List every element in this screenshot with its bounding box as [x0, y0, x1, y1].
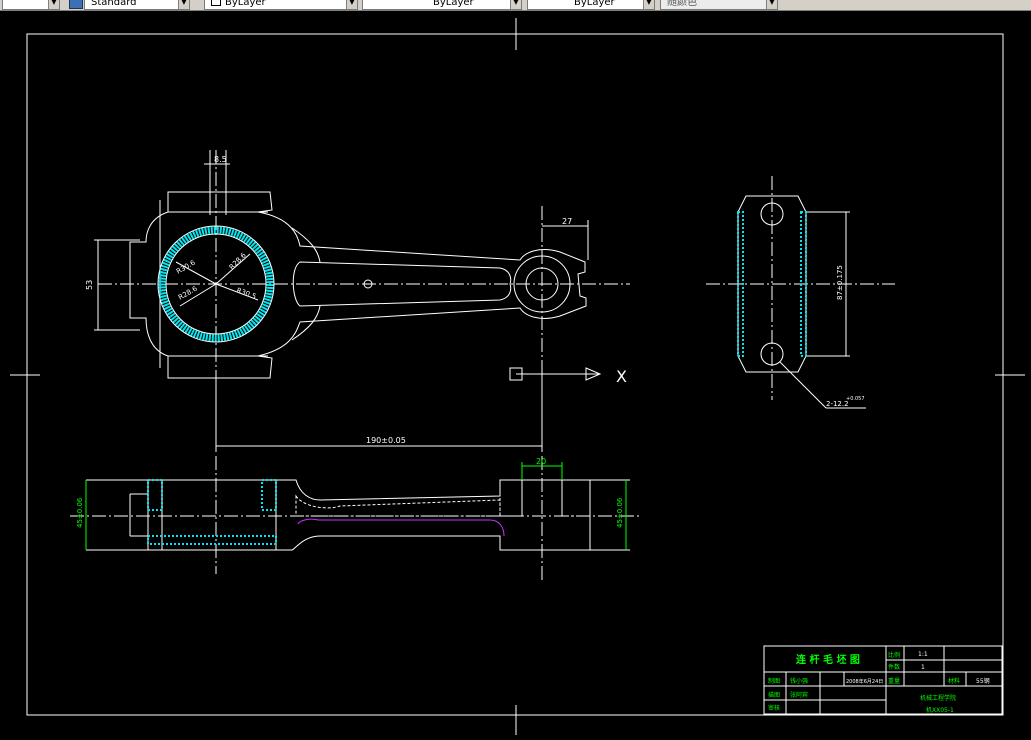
dim-section-width: 20: [536, 457, 546, 466]
layer-dropdown-partial[interactable]: ▼: [2, 0, 60, 10]
scale-label: 比例: [888, 651, 900, 659]
section-hatch-4: [499, 479, 523, 517]
title-block-title: 连 杆 毛 坯 图: [796, 653, 860, 666]
chevron-down-icon[interactable]: ▼: [48, 0, 59, 9]
school-name: 机械工程学院: [920, 694, 956, 702]
dim-r3: R28.6: [177, 284, 199, 301]
drawing-canvas[interactable]: 8.5 53 R30.6 R28.6 R28.6 R30.5 27 190±0.…: [0, 11, 1031, 736]
linetype-value: ByLayer: [433, 0, 474, 8]
qty-value: 1: [921, 664, 925, 671]
qty-label: 件数: [888, 663, 900, 671]
dim-center-distance: 190±0.05: [366, 436, 406, 445]
color-value: ByLayer: [225, 0, 266, 8]
dim-big-end-height: 53: [85, 280, 94, 290]
dim-bolt-tol: +0.057: [846, 396, 865, 402]
draw-name: 张阿宾: [790, 691, 808, 699]
dim-small-end-width: 27: [562, 217, 572, 226]
lineweight-dropdown[interactable]: ByLayer ▼: [527, 0, 655, 10]
ucs-x-label: X: [616, 367, 627, 386]
design-name: 钱小强: [790, 677, 808, 685]
dim-r1: R30.6: [175, 258, 197, 275]
material-value: 55钢: [976, 677, 990, 685]
dim-section-left: 45±0.06: [76, 497, 84, 528]
scale-value: 1:1: [918, 651, 928, 658]
color-swatch-icon: [211, 0, 221, 6]
dim-side-height: 87±0.175: [836, 265, 844, 300]
plot-style-dropdown[interactable]: 随颜色 ▼: [660, 0, 778, 10]
design-date: 2008年6月24日: [846, 678, 883, 685]
text-style-value: Standard: [91, 0, 137, 8]
text-style-icon[interactable]: [69, 0, 83, 9]
color-dropdown[interactable]: ByLayer ▼: [204, 0, 358, 10]
material-label: 材料: [948, 677, 960, 685]
chevron-down-icon[interactable]: ▼: [766, 0, 777, 9]
section-hatch-3: [147, 535, 277, 545]
front-view: [98, 150, 630, 420]
chevron-down-icon[interactable]: ▼: [346, 0, 357, 9]
section-hatch-5: [561, 479, 591, 517]
drawing-border: [26, 33, 1004, 716]
dim-section-right: 45±0.06: [616, 497, 624, 528]
text-style-dropdown[interactable]: Standard ▼: [84, 0, 190, 10]
plot-style-value: 随颜色: [667, 0, 697, 8]
chevron-down-icon[interactable]: ▼: [178, 0, 189, 9]
draw-label: 描图: [768, 691, 780, 699]
linetype-dropdown[interactable]: ByLayer ▼: [362, 0, 522, 10]
lineweight-value: ByLayer: [574, 0, 615, 8]
section-web-hatch: [295, 494, 501, 517]
check-label: 审核: [768, 704, 780, 712]
properties-toolbar: ▼ Standard ▼ ByLayer ▼ ByLayer ▼ ByLayer…: [0, 0, 1031, 11]
chevron-down-icon[interactable]: ▼: [643, 0, 654, 9]
design-label: 制图: [768, 677, 780, 685]
section-dimensions: [85, 462, 627, 550]
dim-r4: R30.5: [235, 286, 257, 301]
class-name: 机XX05-1: [926, 706, 954, 714]
section-hatch-1: [147, 479, 163, 511]
dim-pin-offset: 8.5: [214, 155, 227, 164]
section-view: [70, 456, 640, 580]
cad-drawing: 8.5 53 R30.6 R28.6 R28.6 R30.5 27 190±0.…: [10, 18, 1025, 735]
dim-r2: R28.6: [228, 251, 249, 272]
section-hatch-2: [261, 479, 277, 511]
weight-label: 重量: [888, 677, 900, 685]
highlight-profile: [297, 518, 505, 537]
chevron-down-icon[interactable]: ▼: [510, 0, 521, 9]
